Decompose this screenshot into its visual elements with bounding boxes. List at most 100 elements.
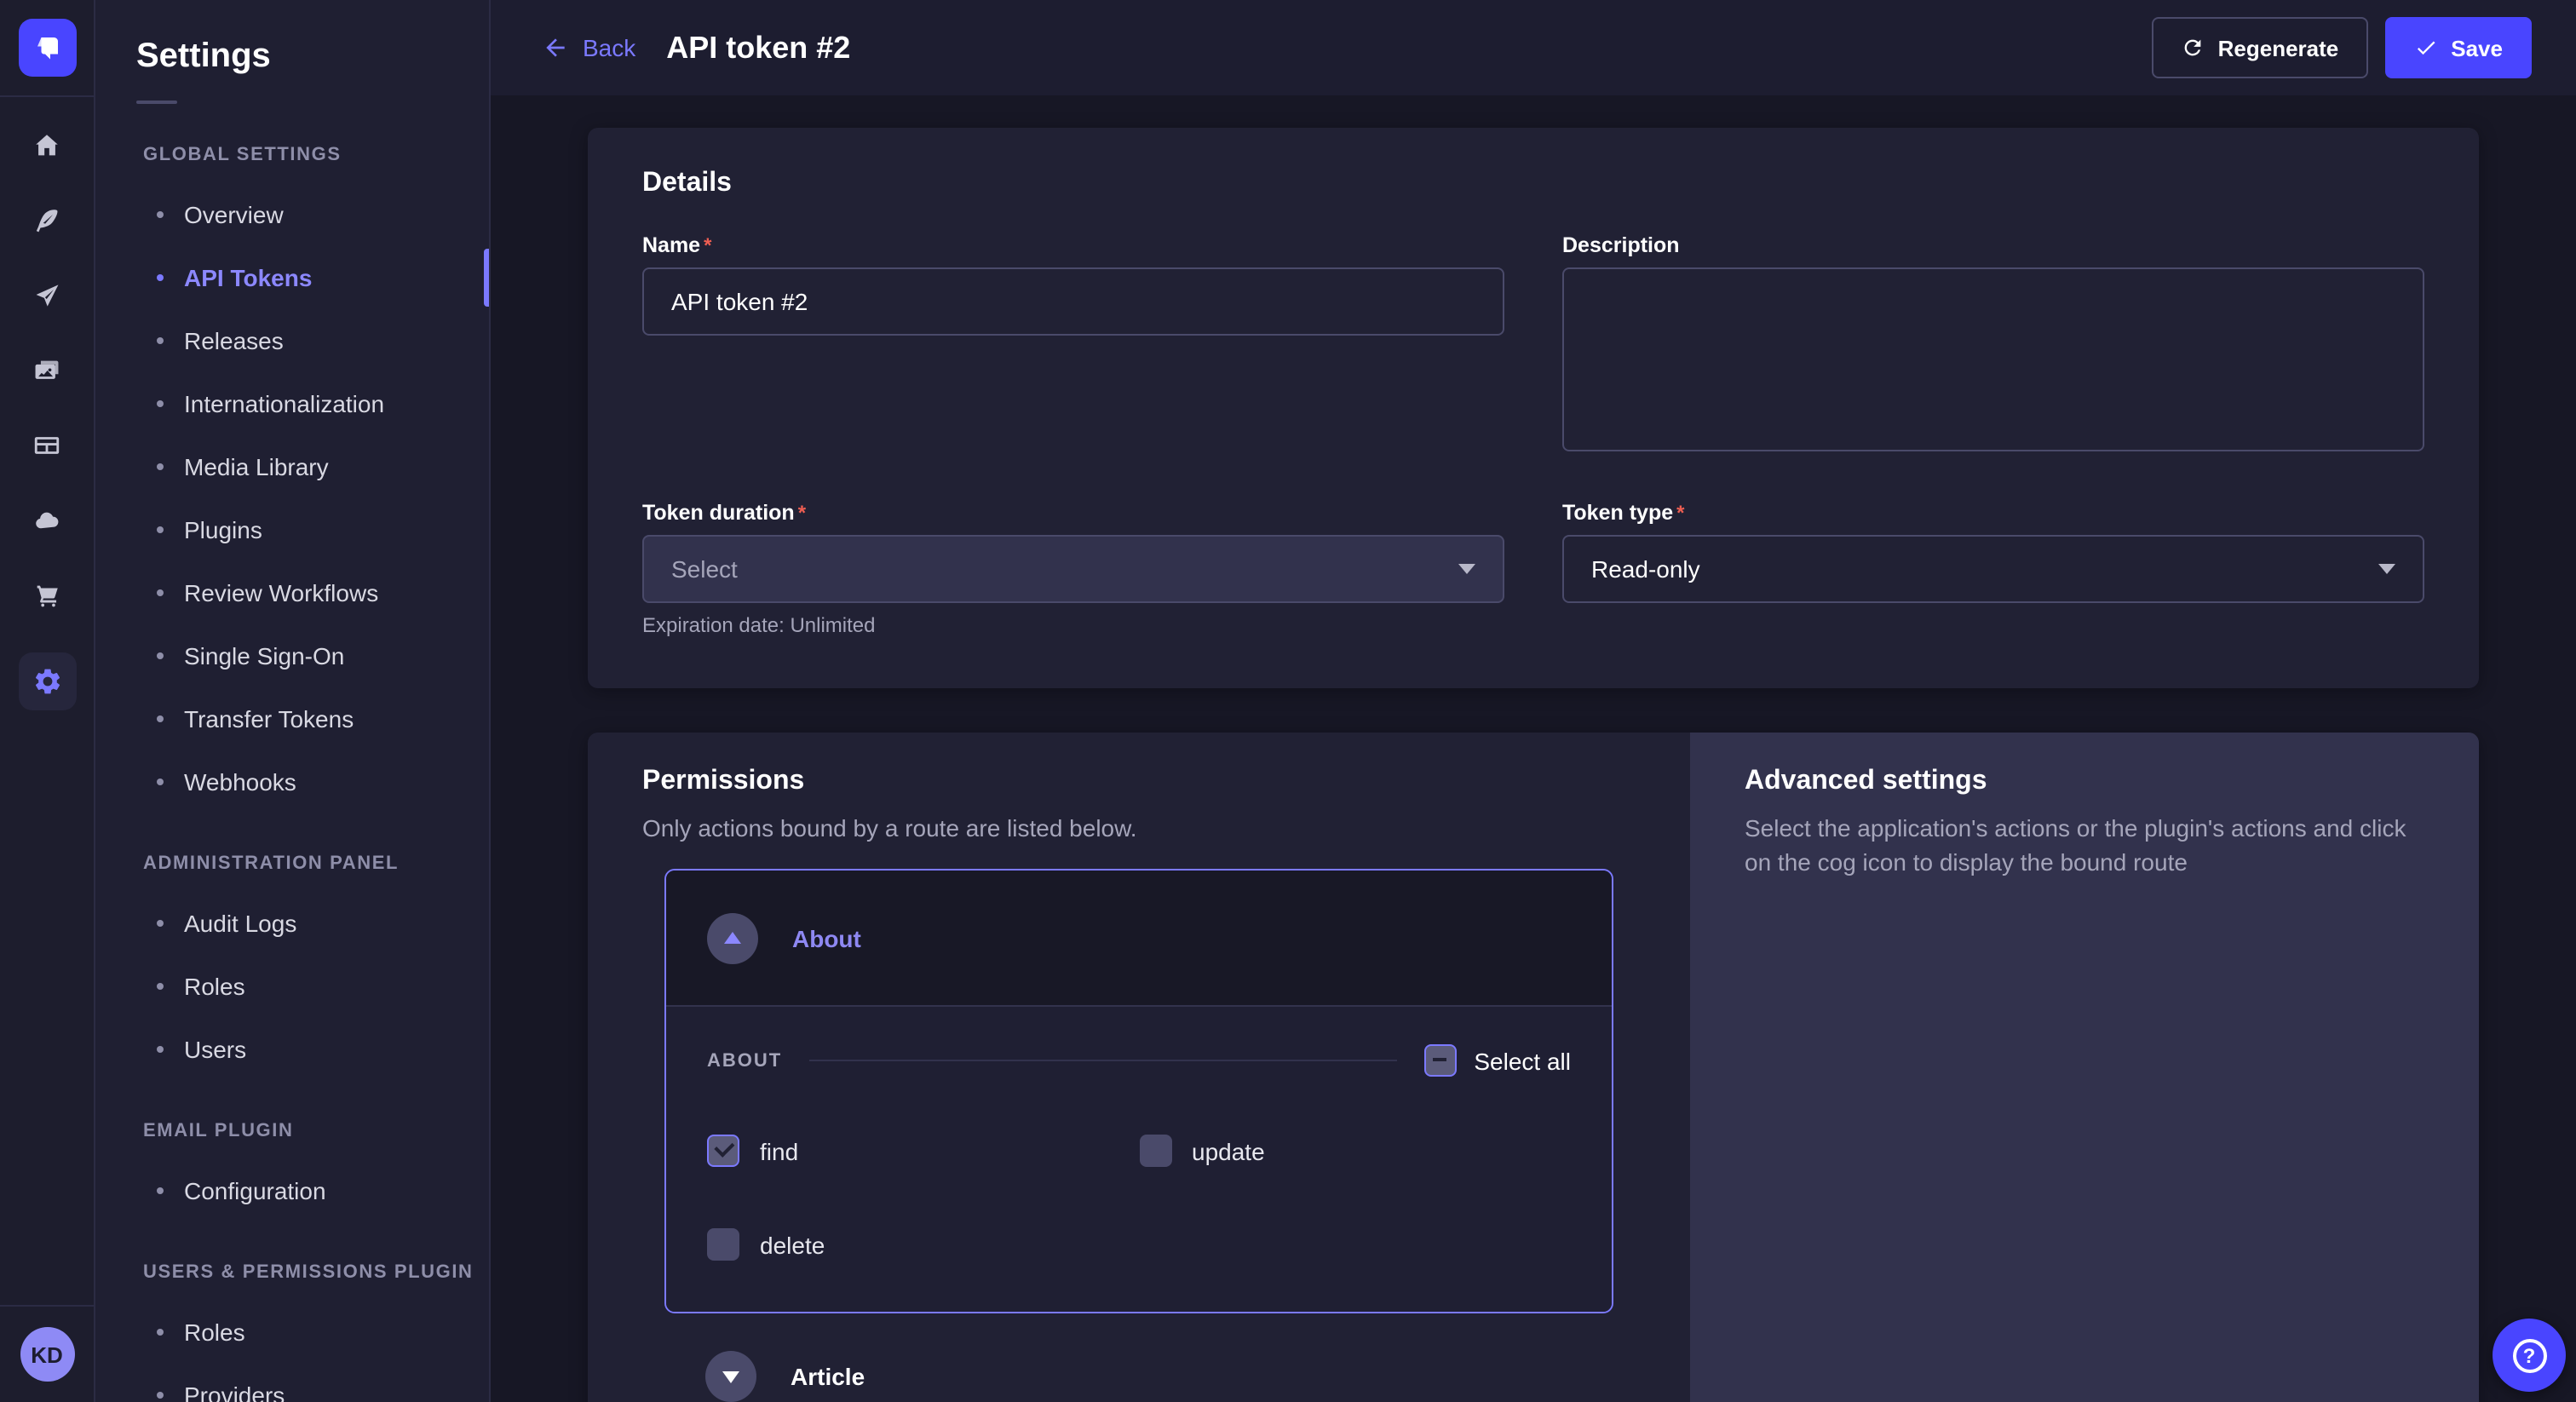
page-header: Back API token #2 Regenerate Save	[491, 0, 2576, 95]
help-button[interactable]	[2493, 1319, 2566, 1392]
sidebar-item-webhooks[interactable]: Webhooks	[95, 750, 489, 813]
gear-icon[interactable]	[18, 652, 76, 710]
accordion-about-body: ABOUT Select all find	[666, 1005, 1612, 1312]
permissions-heading: Permissions	[642, 767, 1613, 797]
checkbox-find[interactable]	[707, 1135, 739, 1167]
help-question-icon	[2512, 1338, 2546, 1372]
feather-icon[interactable]	[30, 203, 64, 237]
cloud-icon[interactable]	[30, 503, 64, 537]
refresh-icon	[2181, 36, 2205, 60]
bullet-icon	[157, 982, 164, 989]
checkbox-delete[interactable]	[707, 1228, 739, 1261]
bullet-icon	[157, 273, 164, 280]
bullet-icon	[157, 589, 164, 595]
main-area: Back API token #2 Regenerate Save	[491, 0, 2576, 1402]
strapi-logo-glyph	[32, 32, 62, 63]
token-type-select[interactable]: Read-only	[1562, 535, 2424, 603]
token-duration-select[interactable]: Select	[642, 535, 1504, 603]
sidebar-section-users-permissions: USERS & PERMISSIONS PLUGIN Roles Provide…	[95, 1262, 489, 1402]
sidebar-item-overview[interactable]: Overview	[95, 182, 489, 245]
back-link[interactable]: Back	[542, 34, 635, 61]
description-label: Description	[1562, 233, 2424, 257]
sidebar-title-divider	[136, 101, 177, 104]
permissions-card: Permissions Only actions bound by a rout…	[588, 733, 2479, 1402]
bullet-icon	[157, 652, 164, 658]
sidebar-section-global: GLOBAL SETTINGS Overview API Tokens Rele…	[95, 145, 489, 813]
save-button[interactable]: Save	[2384, 17, 2532, 78]
chevron-down-icon	[1458, 564, 1475, 574]
name-field: Name	[642, 233, 1504, 460]
bullet-icon	[157, 1328, 164, 1335]
sidebar-item-media-library[interactable]: Media Library	[95, 434, 489, 497]
sidebar-item-releases[interactable]: Releases	[95, 308, 489, 371]
section-label: EMAIL PLUGIN	[143, 1121, 489, 1141]
collapse-button[interactable]	[707, 912, 758, 963]
permission-update[interactable]: update	[1139, 1135, 1571, 1167]
back-label: Back	[583, 34, 635, 61]
sidebar-item-email-configuration[interactable]: Configuration	[95, 1158, 489, 1221]
expand-button[interactable]	[705, 1351, 756, 1402]
rail-bottom: KD	[0, 1305, 94, 1402]
accordion-article-header[interactable]: Article	[664, 1324, 1613, 1402]
about-section-label: ABOUT	[707, 1050, 782, 1071]
active-indicator	[484, 248, 489, 306]
details-heading: Details	[642, 169, 2424, 199]
bullet-icon	[157, 1045, 164, 1052]
strapi-logo[interactable]	[18, 19, 76, 77]
advanced-settings-heading: Advanced settings	[1745, 767, 2424, 797]
paper-plane-icon[interactable]	[30, 278, 64, 312]
permission-delete[interactable]: delete	[707, 1228, 1139, 1261]
permission-find[interactable]: find	[707, 1135, 1139, 1167]
bullet-icon	[157, 919, 164, 926]
layout-icon[interactable]	[30, 428, 64, 462]
select-all-checkbox[interactable]	[1424, 1044, 1457, 1077]
strapi-settings-app: KD Settings GLOBAL SETTINGS Overview API…	[0, 0, 2576, 1402]
sidebar-item-internationalization[interactable]: Internationalization	[95, 371, 489, 434]
bullet-icon	[157, 526, 164, 532]
accordion-about: About ABOUT Select all	[664, 869, 1613, 1313]
permissions-subtitle: Only actions bound by a route are listed…	[642, 814, 1613, 842]
advanced-settings-description: Select the application's actions or the …	[1745, 811, 2418, 879]
chevron-down-icon	[722, 1370, 739, 1382]
sidebar-title: Settings	[136, 37, 489, 77]
sidebar-item-up-roles[interactable]: Roles	[95, 1300, 489, 1363]
bullet-icon	[157, 463, 164, 469]
regenerate-button[interactable]: Regenerate	[2152, 17, 2368, 78]
token-duration-label: Token duration	[642, 501, 1504, 525]
sidebar-item-admin-roles[interactable]: Roles	[95, 954, 489, 1017]
name-input[interactable]	[642, 267, 1504, 336]
permission-actions-grid: find update delete	[707, 1135, 1571, 1261]
select-all-control[interactable]: Select all	[1424, 1044, 1571, 1077]
chevron-up-icon	[724, 932, 741, 944]
home-icon[interactable]	[30, 128, 64, 162]
sidebar-item-single-sign-on[interactable]: Single Sign-On	[95, 623, 489, 687]
sidebar-item-plugins[interactable]: Plugins	[95, 497, 489, 560]
token-duration-field: Token duration Select Expiration date: U…	[642, 501, 1504, 637]
checkbox-update[interactable]	[1139, 1135, 1171, 1167]
sidebar-item-transfer-tokens[interactable]: Transfer Tokens	[95, 687, 489, 750]
sidebar-item-review-workflows[interactable]: Review Workflows	[95, 560, 489, 623]
sidebar-item-api-tokens[interactable]: API Tokens	[95, 245, 489, 308]
permissions-column: Permissions Only actions bound by a rout…	[588, 733, 1690, 1402]
cart-icon[interactable]	[30, 577, 64, 612]
sidebar-item-up-providers[interactable]: Providers	[95, 1363, 489, 1402]
settings-sidebar: Settings GLOBAL SETTINGS Overview API To…	[95, 0, 491, 1402]
page-title: API token #2	[666, 30, 850, 66]
token-type-label: Token type	[1562, 501, 2424, 525]
arrow-left-icon	[542, 34, 569, 61]
page-content: Details Name Description Token duration …	[491, 95, 2576, 1402]
accordion-about-header[interactable]: About	[666, 871, 1612, 1005]
name-label: Name	[642, 233, 1504, 257]
bullet-icon	[157, 399, 164, 406]
check-icon	[2413, 36, 2437, 60]
bullet-icon	[157, 1391, 164, 1398]
images-icon[interactable]	[30, 353, 64, 387]
user-avatar[interactable]: KD	[20, 1327, 74, 1382]
main-nav-rail: KD	[0, 0, 95, 1402]
select-all-label: Select all	[1474, 1047, 1571, 1074]
sidebar-item-admin-users[interactable]: Users	[95, 1017, 489, 1080]
bullet-icon	[157, 778, 164, 784]
description-textarea[interactable]	[1562, 267, 2424, 451]
sidebar-item-audit-logs[interactable]: Audit Logs	[95, 891, 489, 954]
token-type-field: Token type Read-only	[1562, 501, 2424, 637]
